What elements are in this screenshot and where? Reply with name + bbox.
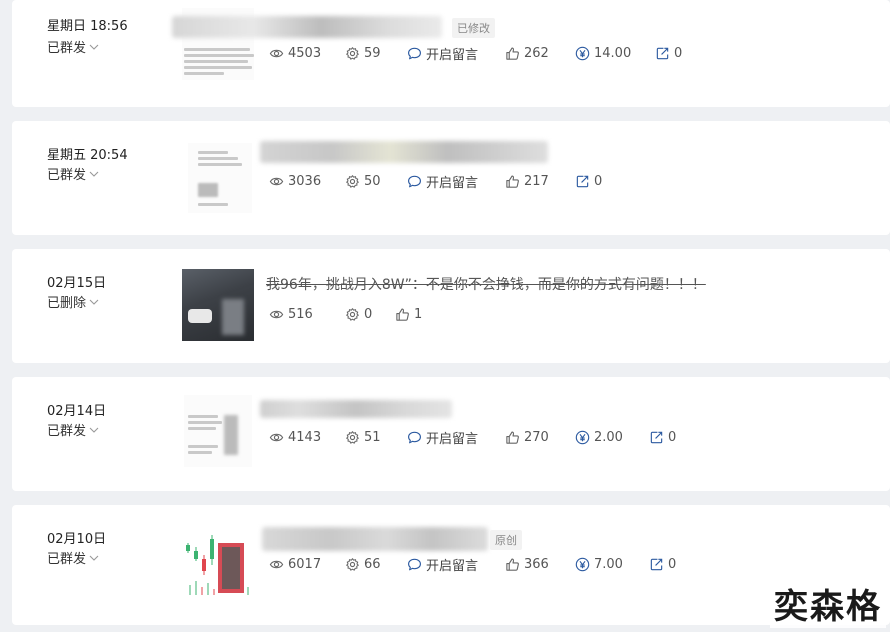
eye-icon: [269, 46, 284, 61]
cover-thumbnail[interactable]: [182, 269, 254, 341]
thumbs-up-icon: [505, 430, 520, 445]
original-tag: 原创: [490, 530, 522, 550]
post-card[interactable]: 02月15日 已删除 我96年，挑战月入8W”：不是你不会挣钱，而是你的方式有问…: [12, 249, 890, 363]
status-label: 已群发: [47, 41, 87, 56]
enable-comments-button[interactable]: 开启留言: [407, 44, 505, 63]
post-date: 星期五 20:54: [47, 148, 128, 163]
post-card[interactable]: 星期五 20:54 已群发 3036 50 开启留言 217 0: [12, 121, 890, 235]
post-card[interactable]: 02月14日 已群发 4143 51 开启留言 270 2.00 0: [12, 377, 890, 491]
reward-amount[interactable]: 14.00: [575, 46, 655, 61]
thumbs-up-icon: [505, 557, 520, 572]
stock-chart-thumbnail: [186, 535, 249, 595]
like-count: 217: [505, 174, 575, 189]
thumbs-up-icon: [505, 174, 520, 189]
edited-tag: 已修改: [452, 18, 495, 38]
like-count: 262: [505, 46, 575, 61]
reward-amount[interactable]: 2.00: [575, 430, 649, 445]
share-icon: [655, 46, 670, 61]
eye-icon: [269, 557, 284, 572]
thumbs-up-icon: [505, 46, 520, 61]
post-stats: 4143 51 开启留言 270 2.00 0: [269, 427, 676, 447]
read-count: 4143: [269, 430, 345, 445]
gear-icon: [345, 46, 360, 61]
status-dropdown[interactable]: 已群发: [47, 420, 99, 439]
article-title[interactable]: 我96年，挑战月入8W”：不是你不会挣钱，而是你的方式有问题！！！: [266, 274, 706, 294]
gear-icon: [345, 307, 360, 322]
like-count: 1: [395, 307, 422, 322]
eye-icon: [269, 430, 284, 445]
post-date: 02月10日: [47, 532, 107, 547]
forward-count[interactable]: 0: [575, 174, 602, 189]
chevron-down-icon: [89, 298, 99, 306]
share-icon: [575, 174, 590, 189]
post-date: 02月14日: [47, 404, 107, 419]
eye-icon: [269, 174, 284, 189]
like-count: 366: [505, 557, 575, 572]
status-dropdown[interactable]: 已群发: [47, 37, 99, 56]
post-card[interactable]: 星期日 18:56 已群发 已修改 4503 59 开启留言 262 14.00…: [12, 0, 890, 107]
gear-icon: [345, 557, 360, 572]
chevron-down-icon: [89, 554, 99, 562]
share-icon: [649, 430, 664, 445]
status-dropdown[interactable]: 已群发: [47, 548, 99, 567]
share-icon: [649, 557, 664, 572]
forward-count[interactable]: 0: [655, 46, 682, 61]
enable-comments-button[interactable]: 开启留言: [407, 172, 505, 191]
yen-icon: [575, 557, 590, 572]
forward-count[interactable]: 0: [649, 557, 676, 572]
yen-icon: [575, 46, 590, 61]
read-count: 3036: [269, 174, 345, 189]
share-count: 51: [345, 430, 407, 445]
cover-thumbnail[interactable]: [188, 143, 252, 213]
cover-thumbnail[interactable]: [182, 525, 254, 597]
post-stats: 3036 50 开启留言 217 0: [269, 171, 602, 191]
gear-icon: [345, 430, 360, 445]
reward-amount[interactable]: 7.00: [575, 557, 649, 572]
thumbs-up-icon: [395, 307, 410, 322]
chevron-down-icon: [89, 170, 99, 178]
comment-icon: [407, 430, 422, 445]
chevron-down-icon: [89, 426, 99, 434]
post-card[interactable]: 02月10日 已群发 原创 6017 66 开启留言 366 7.00 0: [12, 505, 890, 625]
eye-icon: [269, 307, 284, 322]
post-stats: 6017 66 开启留言 366 7.00 0: [269, 554, 676, 574]
watermark-logo: 奕森格: [770, 579, 886, 628]
forward-count[interactable]: 0: [649, 430, 676, 445]
status-dropdown[interactable]: 已删除: [47, 292, 99, 311]
share-count: 0: [345, 307, 395, 322]
gear-icon: [345, 174, 360, 189]
post-stats: 516 0 1: [269, 304, 422, 324]
chevron-down-icon: [89, 43, 99, 51]
read-count: 516: [269, 307, 345, 322]
like-count: 270: [505, 430, 575, 445]
comment-icon: [407, 174, 422, 189]
article-title-blurred[interactable]: [260, 400, 452, 418]
cover-thumbnail[interactable]: [184, 395, 252, 467]
status-label: 已群发: [47, 168, 87, 183]
status-label: 已群发: [47, 424, 87, 439]
enable-comments-button[interactable]: 开启留言: [407, 428, 505, 447]
share-count: 66: [345, 557, 407, 572]
article-title-blurred[interactable]: [260, 141, 548, 163]
enable-comments-button[interactable]: 开启留言: [407, 555, 505, 574]
post-stats: 4503 59 开启留言 262 14.00 0: [269, 43, 682, 63]
post-date: 02月15日: [47, 276, 107, 291]
status-label: 已删除: [47, 296, 87, 311]
article-title-blurred[interactable]: [262, 527, 488, 551]
comment-icon: [407, 46, 422, 61]
yen-icon: [575, 430, 590, 445]
share-count: 59: [345, 46, 407, 61]
article-title-blurred[interactable]: [172, 16, 442, 38]
comment-icon: [407, 557, 422, 572]
read-count: 6017: [269, 557, 345, 572]
post-date: 星期日 18:56: [47, 19, 128, 34]
status-label: 已群发: [47, 552, 87, 567]
status-dropdown[interactable]: 已群发: [47, 164, 99, 183]
read-count: 4503: [269, 46, 345, 61]
share-count: 50: [345, 174, 407, 189]
